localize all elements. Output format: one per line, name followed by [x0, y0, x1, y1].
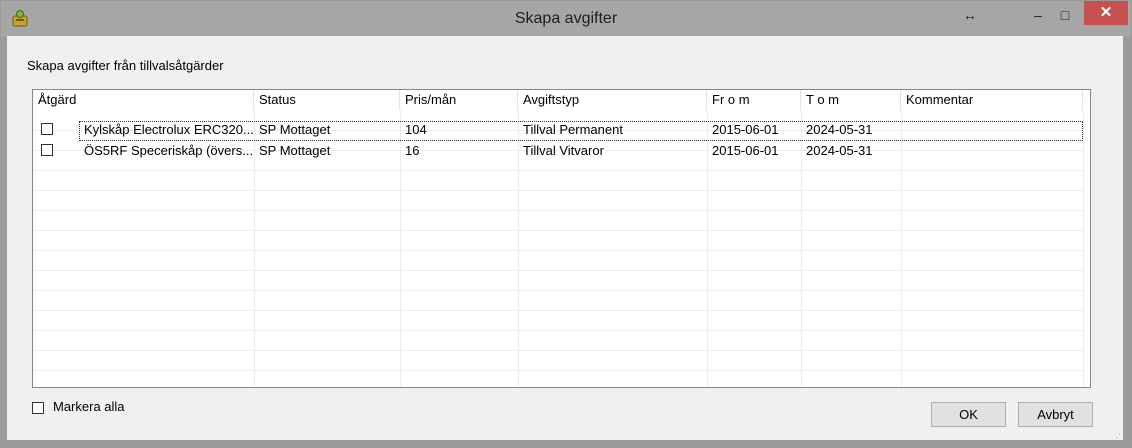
grid-divider — [33, 230, 1083, 231]
minimize-button[interactable]: – — [1025, 1, 1051, 29]
column-header-kommentar[interactable]: Kommentar — [901, 90, 1083, 110]
grid-divider — [33, 290, 1083, 291]
cell-pris: 16 — [405, 143, 420, 158]
grid-header: Åtgärd Status Pris/mån Avgiftstyp Fr o m… — [33, 90, 1090, 110]
fees-grid[interactable]: Åtgärd Status Pris/mån Avgiftstyp Fr o m… — [32, 89, 1091, 388]
select-all-label[interactable]: Markera alla — [53, 399, 125, 414]
title-bar[interactable]: Skapa avgifter ↔ – □ ✕ — [1, 1, 1131, 37]
ok-button[interactable]: OK — [931, 402, 1006, 427]
row-checkbox[interactable] — [41, 123, 53, 135]
close-button[interactable]: ✕ — [1084, 1, 1128, 25]
resize-icon[interactable]: ↔ — [955, 1, 985, 29]
grid-divider — [33, 170, 1083, 171]
column-header-atgard[interactable]: Åtgärd — [33, 90, 254, 110]
row-checkbox[interactable] — [41, 144, 53, 156]
cell-status: SP Mottaget — [259, 143, 331, 158]
grid-divider — [33, 190, 1083, 191]
column-header-status[interactable]: Status — [254, 90, 400, 110]
focus-rectangle — [79, 121, 1083, 141]
grid-divider — [33, 310, 1083, 311]
grid-divider — [33, 370, 1083, 371]
dialog-subtitle: Skapa avgifter från tillvalsåtgärder — [27, 58, 224, 73]
table-row[interactable]: ÖS5RF Speceriskåp (övers... SP Mottaget … — [33, 141, 1083, 161]
cell-avgiftstyp: Tillval Vitvaror — [523, 143, 604, 158]
cell-atgard: ÖS5RF Speceriskåp (övers... — [84, 143, 254, 158]
select-all-checkbox[interactable] — [32, 402, 44, 414]
grid-divider — [33, 210, 1083, 211]
cell-tom: 2024-05-31 — [806, 143, 873, 158]
grid-divider — [33, 250, 1083, 251]
column-header-avgiftstyp[interactable]: Avgiftstyp — [518, 90, 707, 110]
column-header-from[interactable]: Fr o m — [707, 90, 801, 110]
grid-divider — [1083, 110, 1084, 387]
grid-divider — [33, 350, 1083, 351]
resize-grip-icon[interactable]: ⋰ — [1112, 432, 1121, 443]
column-header-pris[interactable]: Pris/mån — [400, 90, 518, 110]
cell-kommentar[interactable] — [901, 141, 1083, 161]
grid-divider — [33, 270, 1083, 271]
cell-from: 2015-06-01 — [712, 143, 779, 158]
maximize-button[interactable]: □ — [1052, 1, 1078, 29]
grid-divider — [33, 330, 1083, 331]
cancel-button[interactable]: Avbryt — [1018, 402, 1093, 427]
column-header-tom[interactable]: T o m — [801, 90, 901, 110]
